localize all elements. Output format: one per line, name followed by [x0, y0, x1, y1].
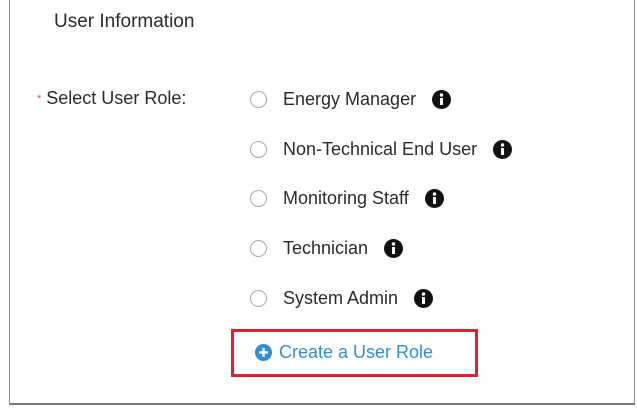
radio-button[interactable] [250, 90, 267, 108]
plus-circle-icon [255, 344, 272, 361]
role-option-label: Monitoring Staff [283, 187, 409, 208]
user-information-panel: User Information * Select User Role: Ener… [9, 0, 635, 405]
radio-button[interactable] [250, 289, 267, 307]
role-option-system-admin[interactable]: System Admin [250, 285, 434, 311]
role-option-label: Non-Technical End User [283, 138, 478, 159]
info-icon[interactable] [414, 288, 434, 308]
info-icon[interactable] [432, 89, 452, 109]
role-option-non-technical-end-user[interactable]: Non-Technical End User [250, 136, 513, 162]
section-title: User Information [54, 11, 195, 32]
select-user-role-text: Select User Role: [46, 88, 187, 108]
info-icon[interactable] [424, 188, 444, 208]
role-option-technician[interactable]: Technician [250, 235, 404, 261]
create-user-role-link[interactable]: Create a User Role [255, 342, 433, 363]
select-user-role-label: * Select User Role: [37, 88, 186, 109]
info-icon[interactable] [493, 139, 513, 159]
radio-button[interactable] [250, 140, 267, 158]
role-option-label: System Admin [283, 287, 399, 308]
radio-button[interactable] [250, 189, 267, 207]
radio-button[interactable] [250, 239, 267, 257]
info-icon[interactable] [384, 238, 404, 258]
role-option-monitoring-staff[interactable]: Monitoring Staff [250, 185, 444, 211]
role-option-energy-manager[interactable]: Energy Manager [250, 86, 452, 112]
create-user-role-label: Create a User Role [279, 342, 434, 362]
required-marker: * [37, 93, 42, 105]
role-option-label: Energy Manager [283, 88, 417, 109]
role-option-label: Technician [283, 237, 369, 258]
